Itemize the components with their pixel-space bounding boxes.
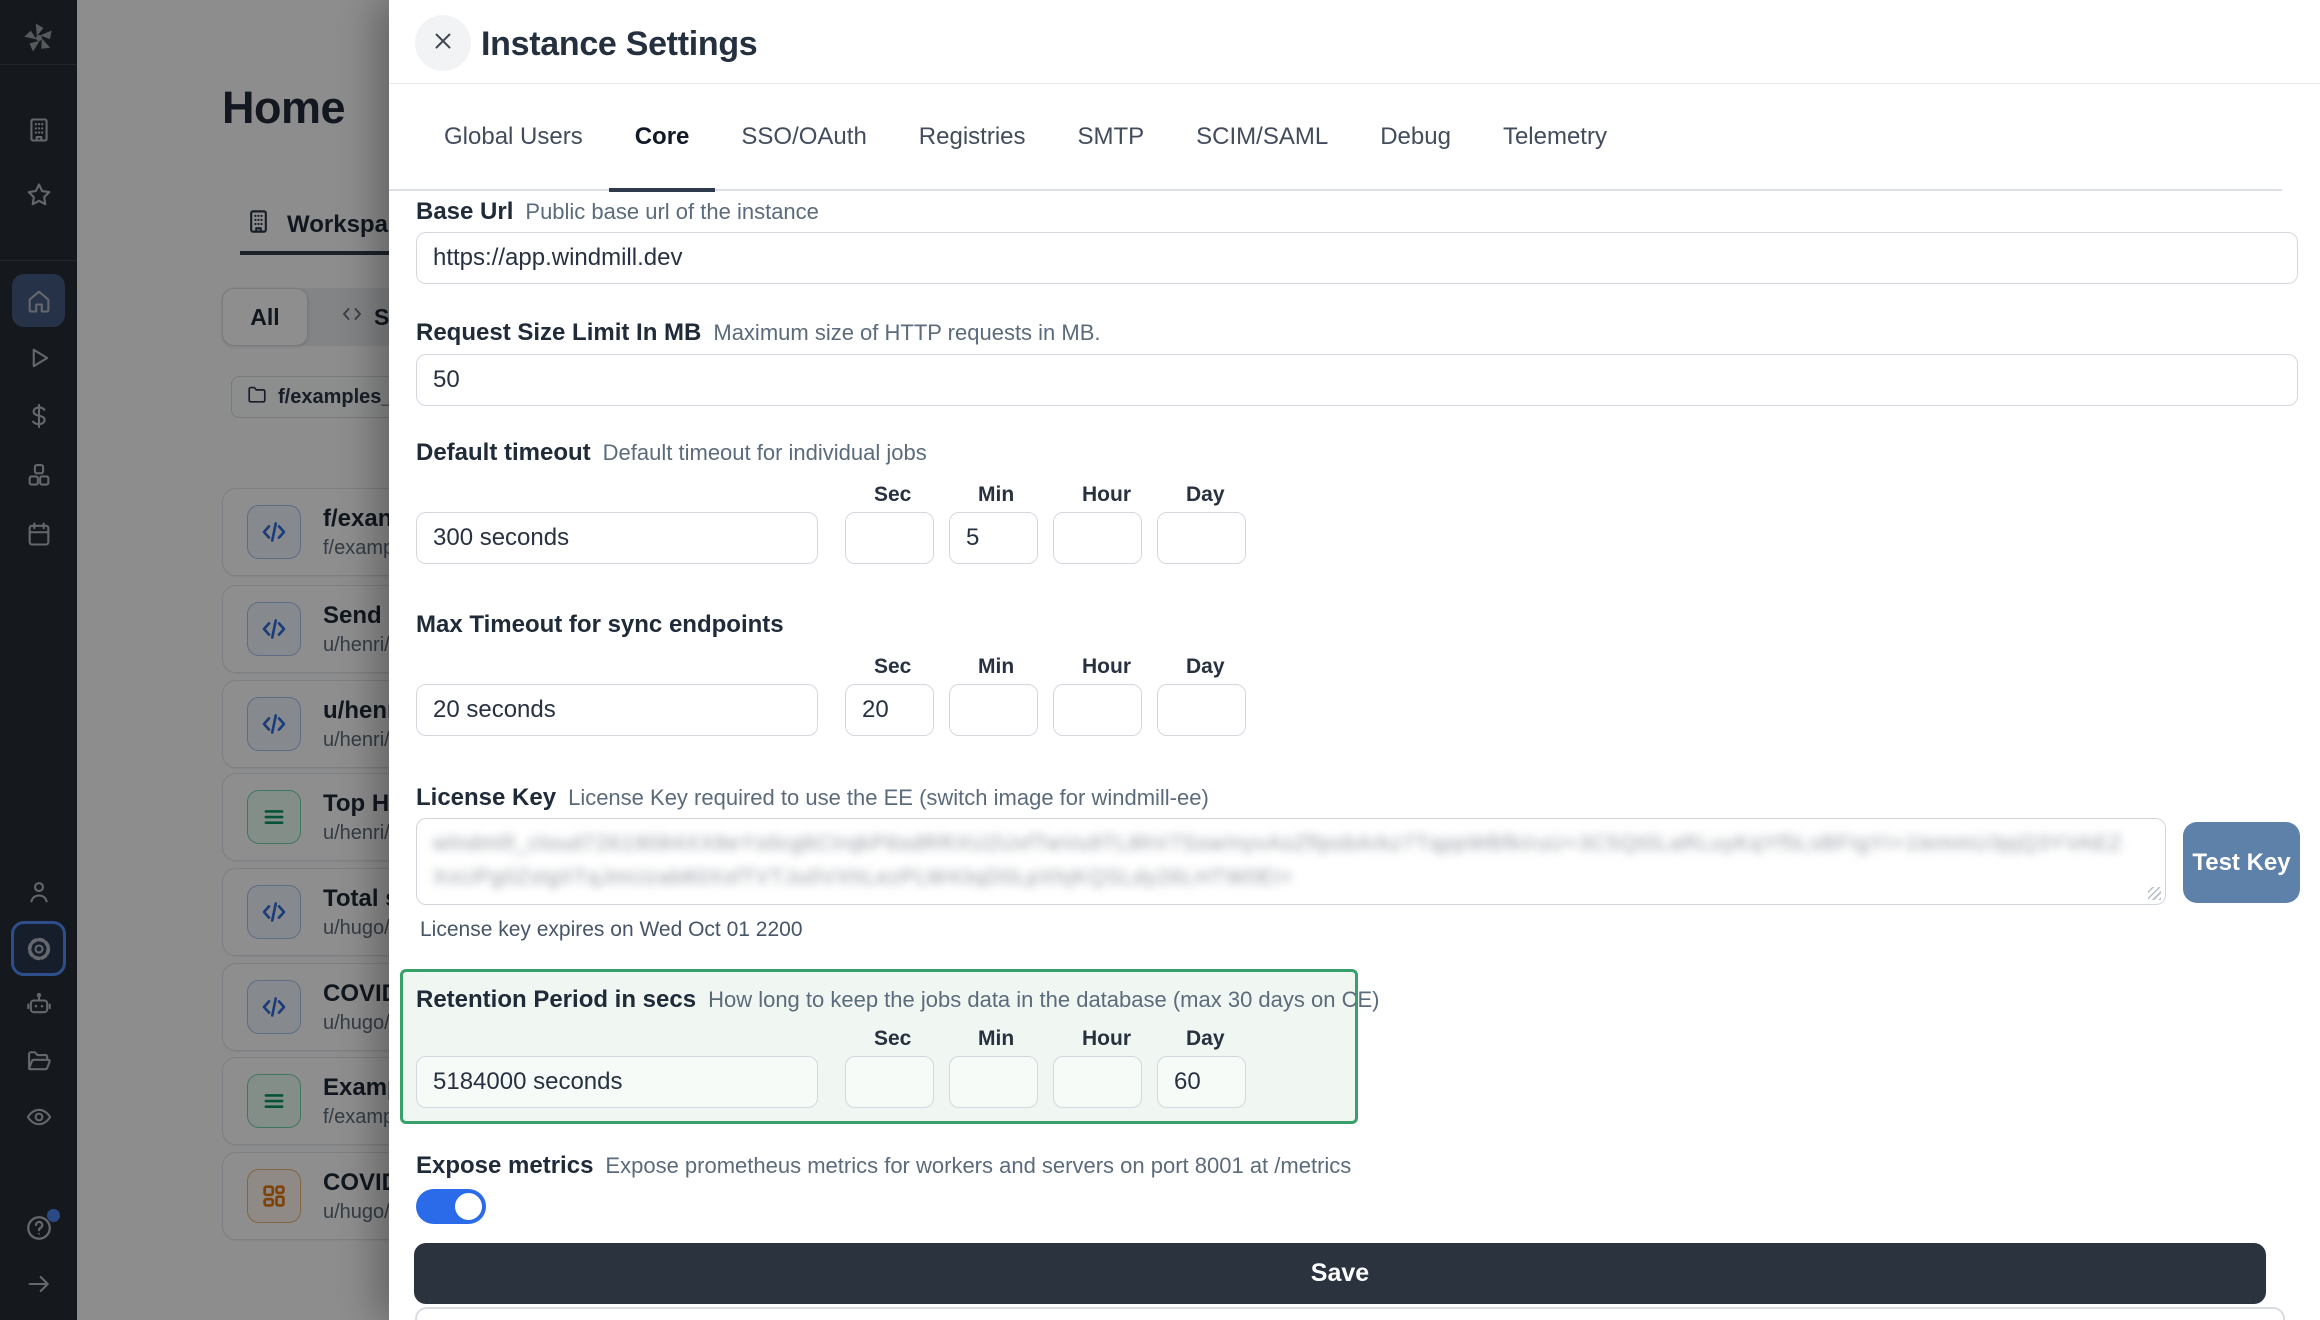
retention-sec-input[interactable] [845, 1056, 934, 1108]
field-label: Retention Period in secs [416, 986, 696, 1014]
base-url-input[interactable] [416, 232, 2298, 284]
default-timeout-day-input[interactable] [1157, 512, 1246, 564]
max-timeout-input[interactable] [416, 684, 818, 736]
tab-global-users[interactable]: Global Users [418, 83, 609, 190]
modal-title: Instance Settings [481, 25, 757, 64]
license-key-blurred-value: wlndmlll_cloud72619084XX8eYstlcg6CIrqkP6… [417, 819, 2165, 903]
license-key-label-row: License Key License Key required to use … [416, 784, 1209, 812]
request-size-input[interactable] [416, 354, 2298, 406]
default-timeout-sec-input[interactable] [845, 512, 934, 564]
unit-headers: Sec Min Hour Day [416, 655, 1261, 679]
default-timeout-inputs [416, 512, 1246, 564]
unit-header-sec: Sec [860, 483, 949, 507]
field-label: Request Size Limit In MB [416, 319, 701, 347]
app-window: Home Workspa All Sc f/examples_ [0, 0, 2320, 1320]
instance-settings-modal: Instance Settings Global Users Core SSO/… [389, 0, 2320, 1320]
retention-period-section: Retention Period in secs How long to kee… [400, 969, 1358, 1124]
retention-hour-input[interactable] [1053, 1056, 1142, 1108]
tab-telemetry[interactable]: Telemetry [1477, 83, 1633, 190]
field-label: Default timeout [416, 439, 591, 467]
unit-header-sec: Sec [860, 655, 949, 679]
unit-header-hour: Hour [1068, 655, 1157, 679]
unit-header-hour: Hour [1068, 1027, 1157, 1051]
field-hint: Public base url of the instance [525, 199, 819, 225]
max-timeout-hour-input[interactable] [1053, 684, 1142, 736]
tab-scim-saml[interactable]: SCIM/SAML [1170, 83, 1354, 190]
default-timeout-input[interactable] [416, 512, 818, 564]
field-label: Max Timeout for sync endpoints [416, 611, 784, 639]
default-timeout-label-row: Default timeout Default timeout for indi… [416, 439, 927, 467]
retention-input[interactable] [416, 1056, 818, 1108]
max-timeout-label-row: Max Timeout for sync endpoints [416, 611, 784, 639]
max-timeout-min-input[interactable] [949, 684, 1038, 736]
settings-tabs: Global Users Core SSO/OAuth Registries S… [389, 84, 2282, 191]
field-hint: Expose prometheus metrics for workers an… [605, 1153, 1351, 1179]
expose-metrics-label-row: Expose metrics Expose prometheus metrics… [416, 1152, 1351, 1180]
unit-header-day: Day [1172, 655, 1261, 679]
tab-core[interactable]: Core [609, 83, 716, 190]
test-key-button[interactable]: Test Key [2183, 822, 2300, 903]
unit-header-min: Min [964, 483, 1053, 507]
tab-debug[interactable]: Debug [1354, 83, 1477, 190]
unit-header-hour: Hour [1068, 483, 1157, 507]
unit-header-sec: Sec [860, 1027, 949, 1051]
default-timeout-min-input[interactable] [949, 512, 1038, 564]
resize-handle[interactable] [2148, 887, 2161, 900]
save-button[interactable]: Save [414, 1243, 2266, 1304]
retention-min-input[interactable] [949, 1056, 1038, 1108]
retention-day-input[interactable] [1157, 1056, 1246, 1108]
settings-form: Base Url Public base url of the instance… [416, 191, 2298, 1320]
test-key-label: Test Key [2192, 849, 2290, 877]
max-timeout-day-input[interactable] [1157, 684, 1246, 736]
default-timeout-hour-input[interactable] [1053, 512, 1142, 564]
field-label: License Key [416, 784, 556, 812]
modal-header: Instance Settings [389, 0, 2320, 84]
unit-header-min: Min [964, 655, 1053, 679]
field-hint: Maximum size of HTTP requests in MB. [713, 320, 1100, 346]
unit-header-min: Min [964, 1027, 1053, 1051]
expose-metrics-toggle[interactable] [416, 1189, 486, 1224]
tab-registries[interactable]: Registries [893, 83, 1052, 190]
request-size-label-row: Request Size Limit In MB Maximum size of… [416, 319, 1101, 347]
license-expiry-text: License key expires on Wed Oct 01 2200 [420, 918, 803, 942]
unit-header-day: Day [1172, 1027, 1261, 1051]
tab-sso-oauth[interactable]: SSO/OAuth [715, 83, 892, 190]
max-timeout-sec-input[interactable] [845, 684, 934, 736]
license-key-textarea[interactable]: wlndmlll_cloud72619084XX8eYstlcg6CIrqkP6… [416, 818, 2166, 905]
field-hint: License Key required to use the EE (swit… [568, 785, 1209, 811]
field-hint: Default timeout for individual jobs [603, 440, 927, 466]
tab-smtp[interactable]: SMTP [1052, 83, 1171, 190]
field-hint: How long to keep the jobs data in the da… [708, 987, 1379, 1013]
unit-headers: Sec Min Hour Day [416, 483, 1261, 507]
close-button[interactable] [415, 15, 471, 71]
close-icon [430, 28, 456, 59]
retention-inputs [416, 1056, 1246, 1108]
max-timeout-inputs [416, 684, 1246, 736]
toggle-knob [453, 1191, 484, 1222]
base-url-label-row: Base Url Public base url of the instance [416, 198, 819, 226]
retention-label-row: Retention Period in secs How long to kee… [416, 986, 1380, 1014]
field-label: Expose metrics [416, 1152, 593, 1180]
field-label: Base Url [416, 198, 513, 226]
unit-headers: Sec Min Hour Day [416, 1027, 1261, 1051]
next-section-partial [415, 1307, 2285, 1320]
unit-header-day: Day [1172, 483, 1261, 507]
save-label: Save [1311, 1259, 1369, 1288]
